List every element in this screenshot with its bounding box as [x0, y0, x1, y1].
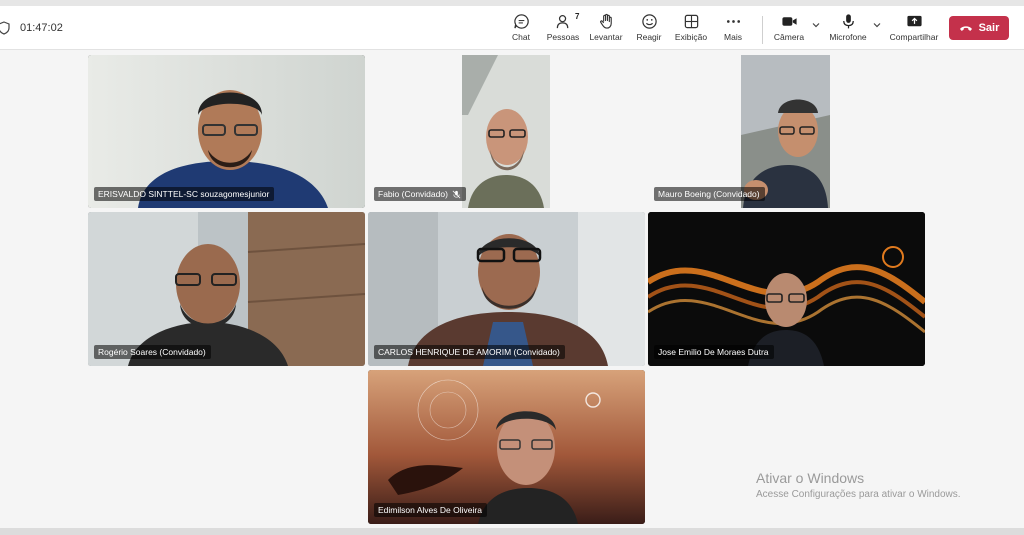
leave-label: Sair [978, 22, 1000, 34]
view-button[interactable]: Exibição [674, 12, 708, 46]
leave-button[interactable]: Sair [949, 16, 1009, 40]
video-tile[interactable]: CARLOS HENRIQUE DE AMORIM (Convidado) [368, 212, 645, 366]
participant-name-label: Rogério Soares (Convidado) [94, 345, 211, 359]
camera-icon [781, 17, 797, 26]
microphone-options-chevron-down-icon[interactable] [872, 20, 882, 30]
people-label: Pessoas [546, 32, 580, 42]
camera-label: Câmera [773, 32, 805, 42]
participant-video-feed [648, 55, 925, 208]
participant-name-label: Edimilson Alves De Oliveira [374, 503, 487, 517]
video-tile[interactable]: Jose Emilio De Moraes Dutra [648, 212, 925, 366]
participant-name-label: Mauro Boeing (Convidado) [654, 187, 765, 201]
hand-icon [599, 13, 612, 29]
more-button[interactable]: Mais [722, 12, 744, 46]
grid-view-icon [684, 14, 698, 29]
mic-muted-icon [452, 190, 461, 198]
chat-button[interactable]: Chat [508, 12, 534, 46]
participant-video-feed [88, 55, 365, 208]
participant-video-feed [648, 212, 925, 366]
chat-label: Chat [512, 32, 530, 42]
participant-video-feed [368, 55, 645, 208]
camera-button[interactable]: Câmera [772, 12, 806, 46]
microphone-icon [842, 14, 854, 29]
react-label: Reagir [636, 32, 662, 42]
chat-icon [513, 14, 529, 29]
watermark-title: Ativar o Windows [756, 470, 865, 486]
participant-name-label: Jose Emilio De Moraes Dutra [654, 345, 774, 359]
toolbar-separator [762, 16, 763, 44]
video-tile[interactable]: ERISVALDO SINTTEL-SC souzagomesjunior [88, 55, 365, 208]
smiley-icon [641, 14, 657, 29]
participant-video-feed [368, 370, 645, 524]
participant-name-label: CARLOS HENRIQUE DE AMORIM (Convidado) [374, 345, 565, 359]
share-button[interactable]: Compartilhar [888, 12, 940, 46]
video-tile[interactable]: Rogério Soares (Convidado) [88, 212, 365, 366]
share-label: Compartilhar [889, 32, 939, 42]
participant-video-feed [88, 212, 365, 366]
windows-activation-watermark: Ativar o Windows Acesse Configurações pa… [756, 470, 961, 500]
taskbar-edge [0, 528, 1024, 535]
view-label: Exibição [674, 32, 708, 42]
video-tile[interactable]: Fabio (Convidado) [368, 55, 645, 208]
people-icon [556, 15, 568, 29]
meeting-toolbar: 01:47:02 Chat 7 Pessoas Levantar Reagir … [0, 6, 1024, 50]
watermark-subtitle: Acesse Configurações para ativar o Windo… [756, 489, 961, 500]
people-count: 7 [575, 12, 580, 21]
people-button[interactable]: 7 Pessoas [546, 12, 580, 46]
timer-text: 01:47:02 [20, 22, 63, 34]
more-label: Mais [724, 32, 742, 42]
video-tile[interactable]: Edimilson Alves De Oliveira [368, 370, 645, 524]
microphone-button[interactable]: Microfone [827, 12, 869, 46]
more-dots-icon [726, 20, 740, 23]
react-button[interactable]: Reagir [636, 12, 662, 46]
shield-icon [0, 21, 10, 35]
raise-hand-label: Levantar [589, 32, 623, 42]
raise-hand-button[interactable]: Levantar [588, 12, 624, 46]
hang-up-icon [959, 26, 972, 31]
microphone-label: Microfone [829, 32, 867, 42]
participant-name-label: Fabio (Convidado) [374, 187, 466, 201]
share-screen-icon [906, 15, 922, 27]
meeting-timer: 01:47:02 [0, 6, 63, 50]
participant-name-label: ERISVALDO SINTTEL-SC souzagomesjunior [94, 187, 275, 201]
participant-video-feed [368, 212, 645, 366]
video-tile[interactable]: Mauro Boeing (Convidado) [648, 55, 925, 208]
camera-options-chevron-down-icon[interactable] [811, 20, 821, 30]
